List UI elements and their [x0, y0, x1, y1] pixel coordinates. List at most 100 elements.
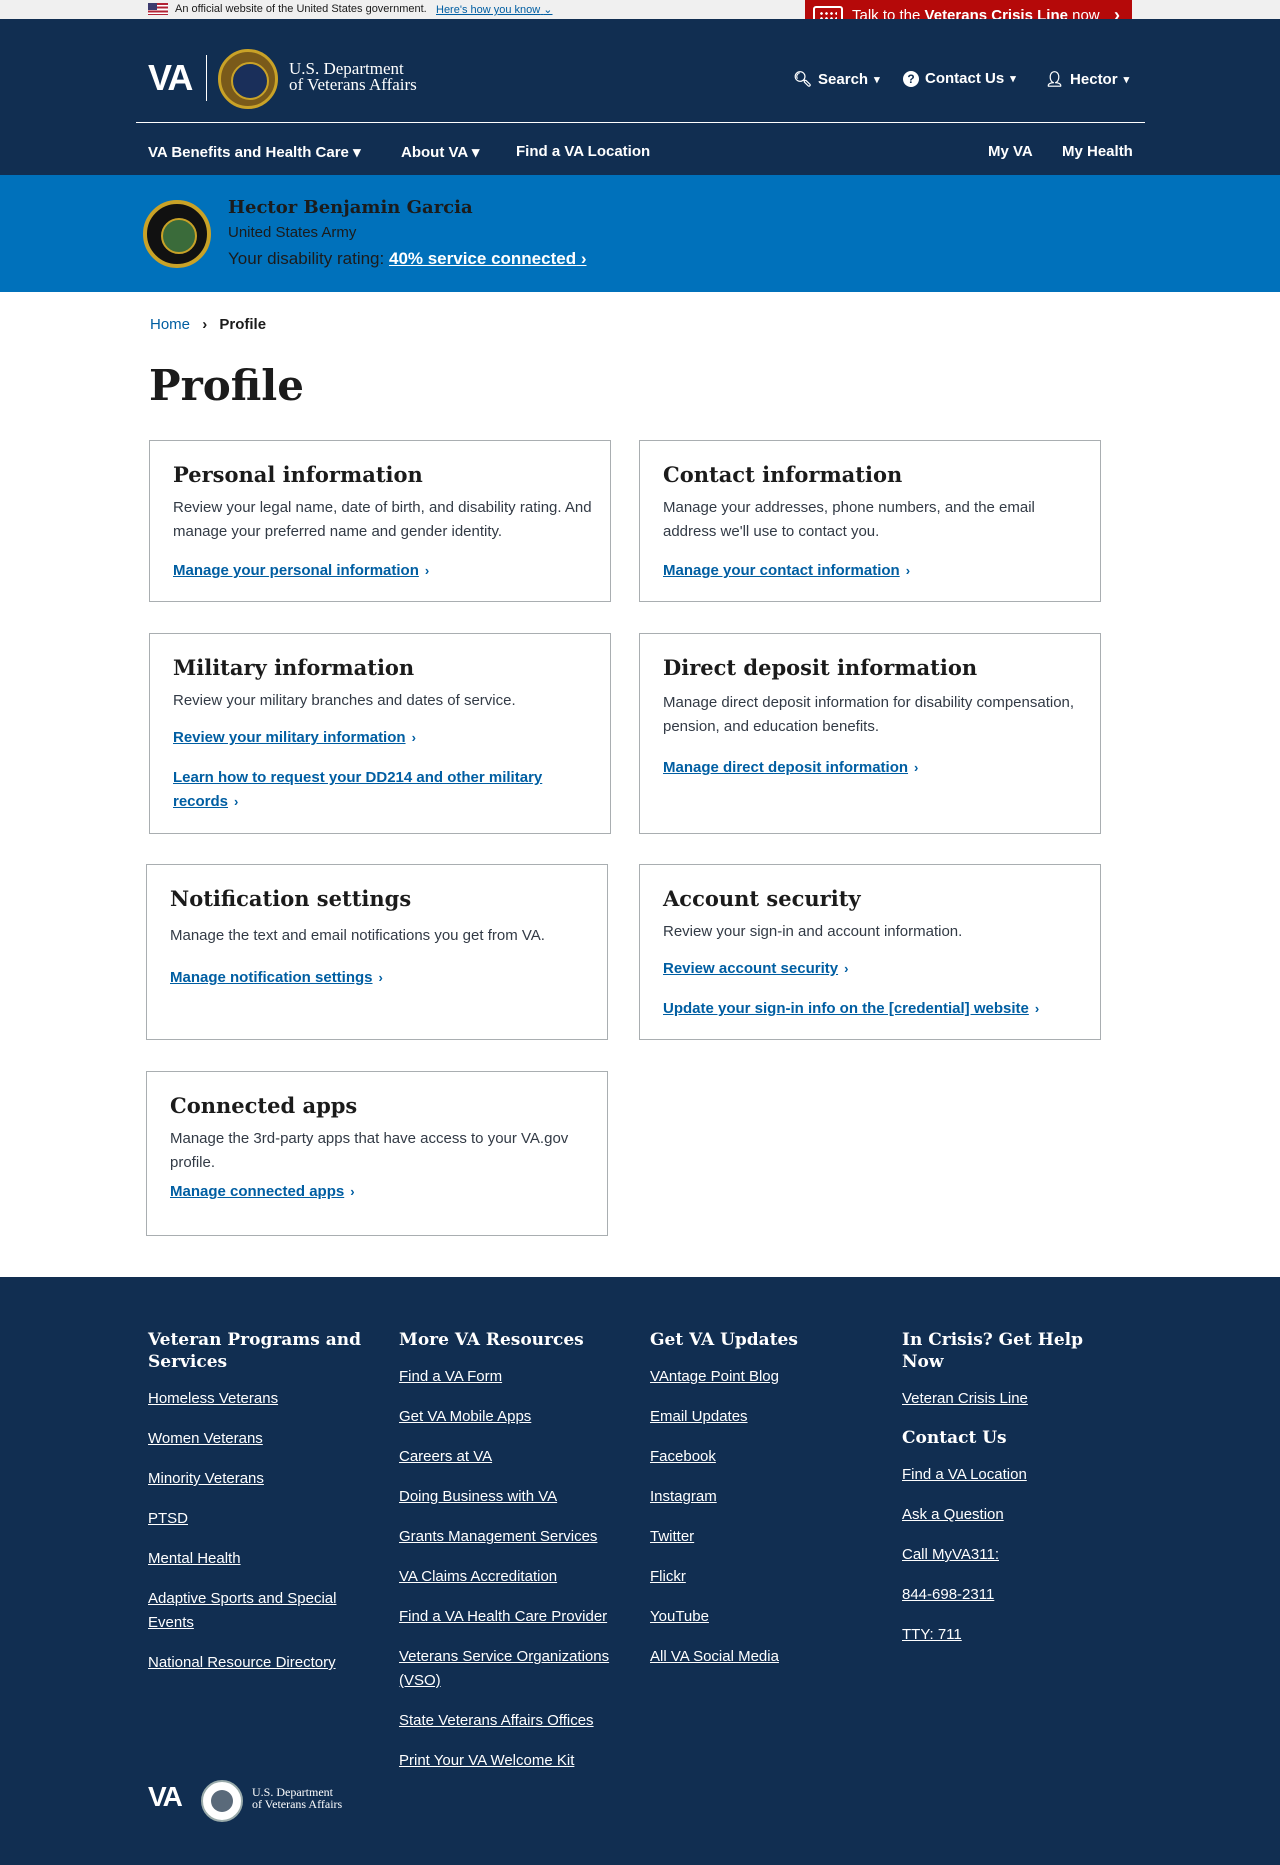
- chevron-right-icon: ›: [905, 563, 911, 578]
- page-title: Profile: [149, 361, 304, 410]
- chevron-down-icon: ▾: [471, 144, 480, 161]
- va-logo[interactable]: VA: [148, 57, 193, 99]
- gov-banner-text: An official website of the United States…: [175, 3, 427, 15]
- card-description: Review your military branches and dates …: [173, 692, 516, 709]
- footer-link[interactable]: YouTube: [650, 1605, 870, 1629]
- breadcrumb-home[interactable]: Home: [150, 316, 190, 333]
- user-menu-button[interactable]: 👤︎ Hector ▾: [1045, 70, 1130, 89]
- logo-divider: [206, 55, 207, 101]
- nav-benefits[interactable]: VA Benefits and Health Care ▾: [148, 143, 361, 161]
- footer-link[interactable]: Facebook: [650, 1445, 870, 1469]
- card-notification-settings: Notification settings Manage the text an…: [146, 864, 608, 1040]
- chevron-right-icon: ›: [411, 730, 416, 745]
- chevron-down-icon: ▾: [1123, 73, 1130, 86]
- footer-link[interactable]: Ask a Question: [902, 1503, 1122, 1527]
- footer-link[interactable]: Grants Management Services: [399, 1525, 619, 1549]
- chevron-down-icon: ⌄: [543, 4, 553, 16]
- chevron-right-icon: ›: [424, 563, 430, 578]
- card-description: Manage your addresses, phone numbers, an…: [663, 499, 1035, 540]
- footer-column-resources: More VA Resources Find a VA Form Get VA …: [399, 1329, 619, 1789]
- footer-column-title: Veteran Programs and Services: [148, 1330, 362, 1372]
- footer-column-crisis: In Crisis? Get Help Now Veteran Crisis L…: [902, 1329, 1122, 1663]
- review-military-info-link[interactable]: Review your military information ›: [173, 726, 416, 750]
- footer-column-title: More VA Resources: [399, 1330, 584, 1350]
- footer-link[interactable]: Mental Health: [148, 1547, 368, 1571]
- manage-direct-deposit-link[interactable]: Manage direct deposit information ›: [663, 756, 918, 780]
- footer-column-title: Get VA Updates: [650, 1330, 798, 1350]
- chevron-right-icon: ›: [378, 970, 383, 985]
- question-circle-icon: ?: [903, 70, 919, 87]
- request-dd214-link[interactable]: Learn how to request your DD214 and othe…: [173, 766, 573, 814]
- card-military-information: Military information Review your militar…: [149, 633, 611, 834]
- footer-contact-title: Contact Us: [902, 1428, 1007, 1448]
- footer-link[interactable]: Homeless Veterans: [148, 1387, 368, 1411]
- breadcrumb: Home › Profile: [150, 316, 266, 333]
- footer-link[interactable]: Find a VA Location: [902, 1463, 1122, 1487]
- footer-link[interactable]: All VA Social Media: [650, 1645, 870, 1669]
- footer-link[interactable]: PTSD: [148, 1507, 368, 1531]
- footer-link[interactable]: Adaptive Sports and Special Events: [148, 1587, 368, 1635]
- manage-personal-info-link[interactable]: Manage your personal information ›: [173, 559, 429, 583]
- chevron-down-icon: ▾: [874, 73, 880, 86]
- footer-link[interactable]: Women Veterans: [148, 1427, 368, 1451]
- footer-va-seal-icon: [201, 1780, 243, 1822]
- card-title: Connected apps: [170, 1093, 358, 1118]
- nav-about[interactable]: About VA ▾: [401, 143, 479, 161]
- manage-contact-info-link[interactable]: Manage your contact information ›: [663, 559, 910, 583]
- breadcrumb-current: Profile: [219, 316, 267, 333]
- contact-us-button[interactable]: ? Contact Us ▾: [903, 70, 1016, 87]
- footer-link[interactable]: Find a VA Form: [399, 1365, 619, 1389]
- footer-link[interactable]: Get VA Mobile Apps: [399, 1405, 619, 1429]
- footer-link[interactable]: Find a VA Health Care Provider: [399, 1605, 619, 1629]
- card-contact-information: Contact information Manage your addresse…: [639, 440, 1101, 602]
- footer-link[interactable]: Careers at VA: [399, 1445, 619, 1469]
- manage-connected-apps-link[interactable]: Manage connected apps ›: [170, 1180, 355, 1204]
- user-icon: 👤︎: [1045, 71, 1065, 88]
- us-flag-icon: [148, 3, 168, 15]
- nav-my-va[interactable]: My VA: [988, 143, 1033, 160]
- footer-link[interactable]: Instagram: [650, 1485, 870, 1509]
- nav-my-health[interactable]: My Health: [1062, 143, 1133, 160]
- footer-column-programs: Veteran Programs and Services Homeless V…: [148, 1329, 368, 1691]
- card-description: Manage direct deposit information for di…: [663, 694, 1075, 735]
- footer-column-updates: Get VA Updates VAntage Point Blog Email …: [650, 1329, 870, 1685]
- manage-notification-settings-link[interactable]: Manage notification settings ›: [170, 966, 383, 990]
- how-you-know-link[interactable]: Here's how you know ⌄: [436, 3, 553, 16]
- footer-link[interactable]: Veterans Service Organizations (VSO): [399, 1645, 619, 1693]
- card-description: Manage the 3rd-party apps that have acce…: [170, 1130, 569, 1171]
- footer-link[interactable]: 844-698-2311: [902, 1583, 1122, 1607]
- footer-link[interactable]: Print Your VA Welcome Kit: [399, 1749, 619, 1773]
- review-account-security-link[interactable]: Review account security ›: [663, 957, 848, 981]
- chevron-right-icon: ›: [234, 794, 239, 809]
- disability-rating-link[interactable]: 40% service connected ›: [389, 249, 587, 268]
- department-name: U.S. Department of Veterans Affairs: [289, 59, 417, 94]
- footer-link[interactable]: Call MyVA311:: [902, 1543, 1122, 1567]
- site-footer: Veteran Programs and Services Homeless V…: [0, 1277, 1280, 1865]
- army-seal-icon: [143, 200, 211, 268]
- footer-link[interactable]: VA Claims Accreditation: [399, 1565, 619, 1589]
- footer-link[interactable]: National Resource Directory: [148, 1651, 368, 1675]
- update-sign-in-link[interactable]: Update your sign-in info on the [credent…: [663, 997, 1039, 1021]
- breadcrumb-separator: ›: [202, 316, 208, 333]
- card-description: Review your legal name, date of birth, a…: [173, 499, 592, 540]
- va-seal-icon: [218, 49, 278, 109]
- nav-find-location[interactable]: Find a VA Location: [516, 143, 650, 160]
- card-title: Contact information: [663, 462, 903, 487]
- footer-link[interactable]: Minority Veterans: [148, 1467, 368, 1491]
- footer-link[interactable]: Twitter: [650, 1525, 870, 1549]
- footer-link[interactable]: Email Updates: [650, 1405, 870, 1429]
- footer-link[interactable]: TTY: 711: [902, 1623, 1122, 1647]
- footer-link[interactable]: State Veterans Affairs Offices: [399, 1709, 619, 1733]
- footer-link[interactable]: Flickr: [650, 1565, 870, 1589]
- card-title: Direct deposit information: [663, 655, 978, 680]
- card-personal-information: Personal information Review your legal n…: [149, 440, 611, 602]
- card-title: Military information: [173, 655, 415, 680]
- footer-link-veteran-crisis-line[interactable]: Veteran Crisis Line: [902, 1387, 1122, 1411]
- card-title: Personal information: [173, 462, 423, 487]
- footer-link[interactable]: VAntage Point Blog: [650, 1365, 870, 1389]
- search-button[interactable]: 🔍︎ Search ▾: [793, 70, 880, 89]
- card-account-security: Account security Review your sign-in and…: [639, 864, 1101, 1040]
- footer-va-logo[interactable]: VA: [148, 1781, 183, 1813]
- footer-column-title: In Crisis? Get Help Now: [902, 1330, 1083, 1372]
- footer-link[interactable]: Doing Business with VA: [399, 1485, 619, 1509]
